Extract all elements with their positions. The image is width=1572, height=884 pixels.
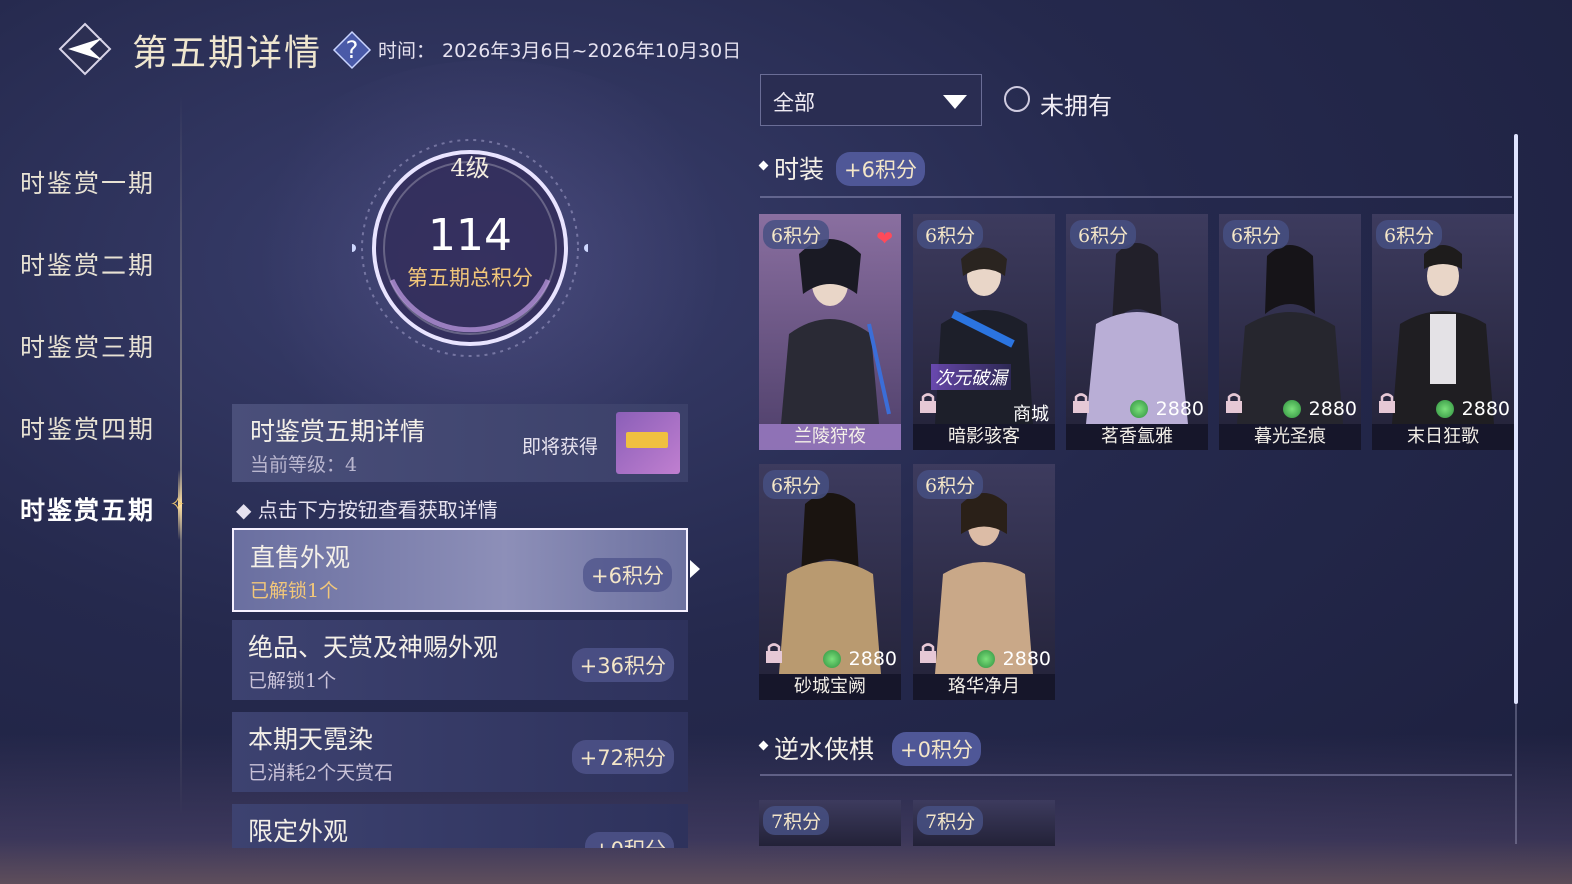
- outfit-card[interactable]: 6积分 2880 末日狂歌: [1372, 214, 1514, 450]
- nav-item-period-3[interactable]: 时鉴赏三期: [20, 328, 155, 364]
- outfit-name: 砂城宝阙: [759, 674, 901, 700]
- hint-text: ◆ 点击下方按钮查看获取详情: [236, 498, 498, 522]
- upcoming-reward-label: 即将获得: [522, 436, 599, 458]
- filter-dropdown[interactable]: 全部: [760, 74, 982, 126]
- section-bullet-icon: [758, 160, 769, 171]
- outfit-name: 末日狂歌: [1372, 424, 1514, 450]
- points-badge: 6积分: [763, 470, 830, 499]
- outfit-card[interactable]: 6积分 2880 砂城宝阙: [759, 464, 901, 700]
- outfit-card[interactable]: 6积分 2880 茗香氲雅: [1066, 214, 1208, 450]
- outfit-card[interactable]: 6积分 ❤ 兰陵狩夜: [759, 214, 901, 450]
- points-badge: 6积分: [1223, 220, 1290, 249]
- outfit-card[interactable]: 6积分 2880 暮光圣痕: [1219, 214, 1361, 450]
- jade-coin-icon: [1283, 400, 1301, 418]
- lock-icon: [766, 643, 782, 663]
- period-detail-panel[interactable]: 时鉴赏五期详情 当前等级：4 即将获得: [232, 404, 688, 482]
- lock-icon: [1226, 393, 1242, 413]
- outfit-name: 珞华净月: [913, 674, 1055, 700]
- nav-item-period-4[interactable]: 时鉴赏四期: [20, 410, 155, 446]
- outfit-name: 暗影骇客: [913, 424, 1055, 450]
- points-badge: 6积分: [1070, 220, 1137, 249]
- section-divider: [760, 774, 1512, 776]
- nav-divider: [180, 95, 182, 815]
- outfit-card[interactable]: 6积分 次元破漏 商城 暗影骇客: [913, 214, 1055, 450]
- time-value: 2026年3月6日~2026年10月30日: [442, 40, 742, 62]
- category-subtitle: 已解锁1个: [248, 670, 337, 692]
- category-subtitle: 已消耗2个天赏石: [248, 762, 394, 784]
- jade-coin-icon: [823, 650, 841, 668]
- back-arrow-icon: [58, 22, 112, 76]
- sparkle-icon: ✧: [170, 494, 186, 515]
- back-button[interactable]: [58, 22, 112, 76]
- section-points: +6积分: [836, 152, 925, 186]
- category-dye[interactable]: 本期天霓染 已消耗2个天赏石 +72积分: [232, 712, 688, 792]
- lock-icon: [920, 393, 936, 413]
- section-title-outfits: 时装: [774, 155, 825, 184]
- svg-text:?: ?: [346, 36, 359, 64]
- selected-arrow-icon: [690, 560, 700, 578]
- points-badge: 6积分: [917, 470, 984, 499]
- outfit-name: 兰陵狩夜: [759, 424, 901, 450]
- jade-coin-icon: [1130, 400, 1148, 418]
- scrollbar-thumb[interactable]: [1514, 134, 1518, 704]
- points-badge: 6积分: [763, 220, 830, 249]
- section-points: +0积分: [892, 732, 981, 766]
- detail-title: 时鉴赏五期详情: [250, 417, 426, 446]
- lock-icon: [1379, 393, 1395, 413]
- section-title-chess: 逆水侠棋: [774, 735, 875, 764]
- points-badge: 7积分: [763, 806, 830, 835]
- outfit-name: 暮光圣痕: [1219, 424, 1361, 450]
- nav-item-period-5[interactable]: 时鉴赏五期: [20, 491, 155, 527]
- lock-icon: [920, 643, 936, 663]
- total-score-label: 第五期总积分: [407, 266, 533, 290]
- total-score: 114: [428, 210, 512, 261]
- current-level: 当前等级：4: [250, 454, 358, 476]
- not-owned-checkbox[interactable]: [1004, 86, 1030, 112]
- points-badge: 7积分: [917, 806, 984, 835]
- scrollbar-track[interactable]: [1515, 704, 1517, 844]
- jade-coin-icon: [977, 650, 995, 668]
- nav-item-period-1[interactable]: 时鉴赏一期: [20, 164, 155, 200]
- hint-label: 点击下方按钮查看获取详情: [257, 498, 498, 522]
- category-title: 本期天霓染: [248, 725, 374, 754]
- help-icon[interactable]: ?: [332, 30, 372, 70]
- category-premium[interactable]: 绝品、天赏及神赐外观 已解锁1个 +36积分: [232, 620, 688, 700]
- category-points: +6积分: [583, 558, 672, 592]
- chess-item-card[interactable]: 7积分: [913, 800, 1055, 846]
- lock-icon: [1073, 393, 1089, 413]
- outfit-card[interactable]: 6积分 2880 珞华净月: [913, 464, 1055, 700]
- points-badge: 6积分: [917, 220, 984, 249]
- section-divider: [760, 196, 1512, 198]
- page-title: 第五期详情: [132, 33, 323, 74]
- outfit-name: 茗香氲雅: [1066, 424, 1208, 450]
- category-direct-sale[interactable]: 直售外观 已解锁1个 +6积分: [232, 528, 688, 612]
- category-title: 直售外观: [250, 543, 351, 572]
- price: 2880: [1155, 398, 1204, 420]
- category-points: +0积分: [585, 832, 674, 848]
- level-label: 4级: [450, 154, 490, 182]
- price: 2880: [848, 648, 897, 670]
- heart-icon: ❤: [876, 226, 893, 250]
- jade-coin-icon: [1436, 400, 1454, 418]
- category-points: +72积分: [571, 740, 674, 774]
- price: 2880: [1461, 398, 1510, 420]
- dropdown-value: 全部: [773, 91, 815, 115]
- not-owned-label: 未拥有: [1040, 92, 1112, 120]
- price: 2880: [1002, 648, 1051, 670]
- time-label: 时间：: [378, 40, 436, 62]
- nav-item-period-2[interactable]: 时鉴赏二期: [20, 246, 155, 282]
- category-title: 绝品、天赏及神赐外观: [248, 633, 499, 662]
- category-title: 限定外观: [248, 817, 349, 846]
- points-badge: 6积分: [1376, 220, 1443, 249]
- price: 2880: [1308, 398, 1357, 420]
- chess-item-card[interactable]: 7积分: [759, 800, 901, 846]
- chevron-down-icon: [943, 95, 967, 109]
- tag-label: 次元破漏: [931, 364, 1011, 390]
- shop-label: 商城: [1013, 404, 1049, 425]
- reward-item-icon[interactable]: [616, 412, 680, 474]
- category-subtitle: 已解锁1个: [250, 580, 339, 602]
- category-points: +36积分: [571, 648, 674, 682]
- category-limited[interactable]: 限定外观 +0积分: [232, 804, 688, 848]
